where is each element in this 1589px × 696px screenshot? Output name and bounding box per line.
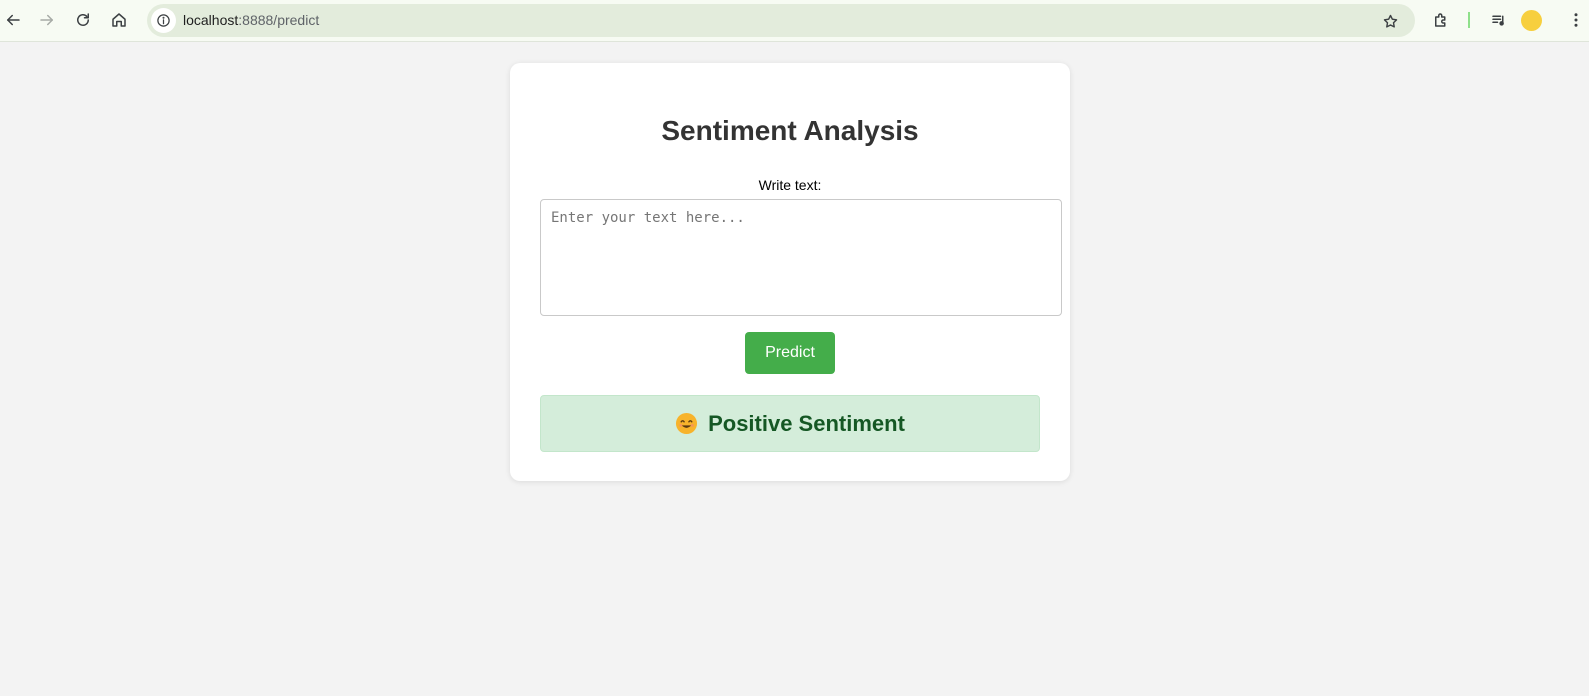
predict-button[interactable]: Predict — [745, 332, 835, 374]
sentiment-card: Sentiment Analysis Write text: Predict P… — [510, 63, 1070, 481]
menu-icon[interactable] — [1563, 7, 1589, 33]
toolbar-divider — [1468, 12, 1470, 28]
home-icon[interactable] — [106, 7, 132, 33]
info-icon[interactable] — [151, 8, 176, 33]
input-label: Write text: — [758, 177, 822, 193]
result-text: Positive Sentiment — [708, 410, 905, 436]
profile-avatar[interactable] — [1521, 10, 1542, 31]
result-banner: Positive Sentiment — [540, 395, 1040, 452]
forward-icon[interactable] — [34, 7, 60, 33]
url-text[interactable]: localhost:8888/predict — [183, 12, 319, 28]
page-title: Sentiment Analysis — [661, 115, 919, 146]
reload-icon[interactable] — [70, 7, 96, 33]
back-icon[interactable] — [0, 7, 26, 33]
url-host: localhost — [183, 12, 239, 28]
media-icon[interactable] — [1486, 7, 1512, 33]
extensions-icon[interactable] — [1428, 7, 1454, 33]
bookmark-star-icon[interactable] — [1379, 10, 1401, 32]
text-input[interactable] — [540, 199, 1062, 316]
smiling-face-icon — [676, 412, 698, 435]
url-path: :8888/predict — [238, 12, 320, 28]
address-bar[interactable]: localhost:8888/predict — [147, 4, 1415, 37]
browser-toolbar: localhost:8888/predict — [0, 0, 1589, 42]
